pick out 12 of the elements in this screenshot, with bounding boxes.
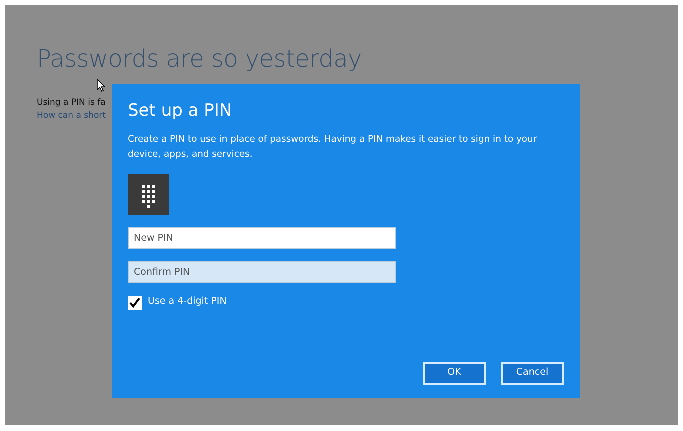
- help-link[interactable]: How can a short: [37, 110, 106, 123]
- cursor-icon: [97, 79, 106, 92]
- pin-field[interactable]: New PIN: [128, 227, 396, 250]
- dialog-description: Create a PIN to use in place of passwords. Having a PIN makes it easier to sign in to your device, apps, and services.: [128, 133, 538, 162]
- checkbox-label: Use a 4-digit PIN: [148, 295, 227, 310]
- dialog-title: Set up a PIN: [128, 101, 234, 122]
- page-heading: Passwords are so yesterday: [37, 45, 362, 74]
- dialog-button[interactable]: Cancel: [501, 362, 564, 385]
- pin-field[interactable]: Confirm PIN: [128, 261, 396, 284]
- dialog-button[interactable]: OK: [423, 362, 486, 385]
- body-text: Using a PIN is fa: [37, 97, 106, 110]
- checkbox[interactable]: [128, 296, 142, 310]
